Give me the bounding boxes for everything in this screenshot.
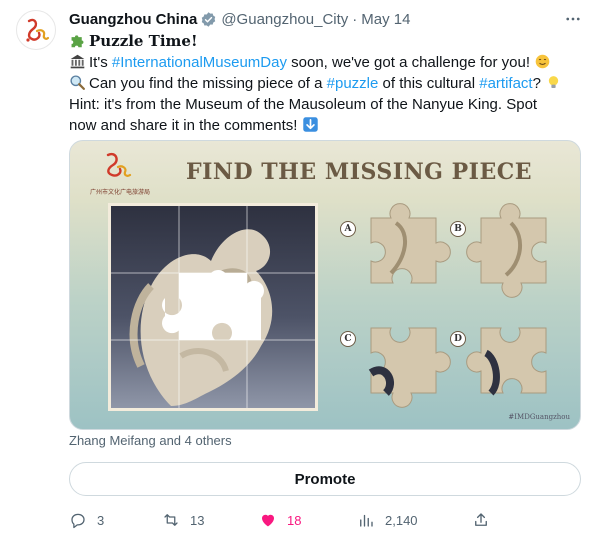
puzzle-emoji-icon xyxy=(69,32,86,49)
museum-emoji-icon xyxy=(69,53,86,70)
heart-icon xyxy=(262,514,274,527)
more-icon[interactable] xyxy=(563,9,583,29)
retweet-count: 13 xyxy=(190,512,205,528)
artifact-photo xyxy=(111,206,315,408)
text-segment: soon, we've got a challenge for you! xyxy=(286,54,530,71)
views-count: 2,140 xyxy=(385,512,418,528)
option-b-piece xyxy=(466,203,561,298)
guangzhou-logo-icon xyxy=(26,18,50,42)
like-count: 18 xyxy=(287,512,302,528)
text-line-5: now and share it in the comments! xyxy=(69,115,584,136)
option-a-piece xyxy=(356,203,451,298)
option-c-label: C xyxy=(340,331,356,347)
arrow-down-emoji-icon xyxy=(302,116,319,133)
share-icon xyxy=(475,513,487,526)
tweet-card[interactable]: Guangzhou China @Guangzhou_City · May 14… xyxy=(0,0,599,537)
image-heading: FIND THE MISSING PIECE xyxy=(186,159,533,185)
author-name[interactable]: Guangzhou China xyxy=(69,11,197,28)
tweet-text: Puzzle Time! It's #InternationalMuseumDa… xyxy=(69,31,584,136)
text-segment: Can you find the missing piece of a xyxy=(89,75,327,92)
option-d-label: D xyxy=(450,331,466,347)
share-button[interactable] xyxy=(472,510,490,530)
tweet-image[interactable]: 广州市文化广电旅游局 FIND THE MISSING PIECE A B C … xyxy=(69,140,581,430)
text-segment: now and share it in the comments! xyxy=(69,117,298,134)
hashtag-link[interactable]: #InternationalMuseumDay xyxy=(112,54,287,71)
text-segment: ? xyxy=(532,75,541,92)
reply-count: 3 xyxy=(97,512,105,528)
views-icon xyxy=(360,514,373,527)
hashtag-link[interactable]: #puzzle xyxy=(327,75,379,92)
option-c-piece xyxy=(356,313,451,408)
text-segment: of this cultural xyxy=(378,75,480,92)
avatar[interactable] xyxy=(16,10,56,50)
smiling-face-emoji-icon xyxy=(534,53,551,70)
text-segment: It's xyxy=(89,54,112,71)
text-line-2: It's #InternationalMuseumDay soon, we've… xyxy=(69,52,584,73)
lightbulb-emoji-icon xyxy=(545,74,562,91)
views-button[interactable]: 2,140 xyxy=(357,510,418,530)
text-line-4: Hint: it's from the Museum of the Mausol… xyxy=(69,96,538,113)
liked-by-text[interactable]: Zhang Meifang and 4 others xyxy=(69,433,232,448)
image-watermark: #IMDGuangzhou xyxy=(508,413,570,421)
tweet-header: Guangzhou China @Guangzhou_City · May 14 xyxy=(69,9,583,29)
tweet-title: Puzzle Time! xyxy=(89,32,198,50)
magnifier-emoji-icon xyxy=(69,74,86,91)
retweet-icon xyxy=(164,514,178,526)
tweet-date[interactable]: May 14 xyxy=(361,11,410,28)
option-a-label: A xyxy=(340,221,356,237)
action-bar: 3 13 18 2,140 xyxy=(69,510,584,530)
puzzle-board xyxy=(108,203,318,411)
text-line-3: Can you find the missing piece of a #puz… xyxy=(69,73,584,94)
hashtag-link[interactable]: #artifact xyxy=(479,75,532,92)
logo-caption: 广州市文化广电旅游局 xyxy=(90,189,151,196)
like-button[interactable]: 18 xyxy=(259,510,301,530)
verified-badge-icon xyxy=(200,11,217,28)
promote-button[interactable]: Promote xyxy=(69,462,581,496)
author-handle[interactable]: @Guangzhou_City xyxy=(221,11,348,28)
reply-button[interactable]: 3 xyxy=(69,510,104,530)
text-line-1: Puzzle Time! xyxy=(69,31,584,52)
reply-icon xyxy=(71,513,85,529)
option-b-label: B xyxy=(450,221,466,237)
retweet-button[interactable]: 13 xyxy=(162,510,204,530)
option-d-piece xyxy=(466,313,561,408)
separator-dot: · xyxy=(352,10,358,28)
